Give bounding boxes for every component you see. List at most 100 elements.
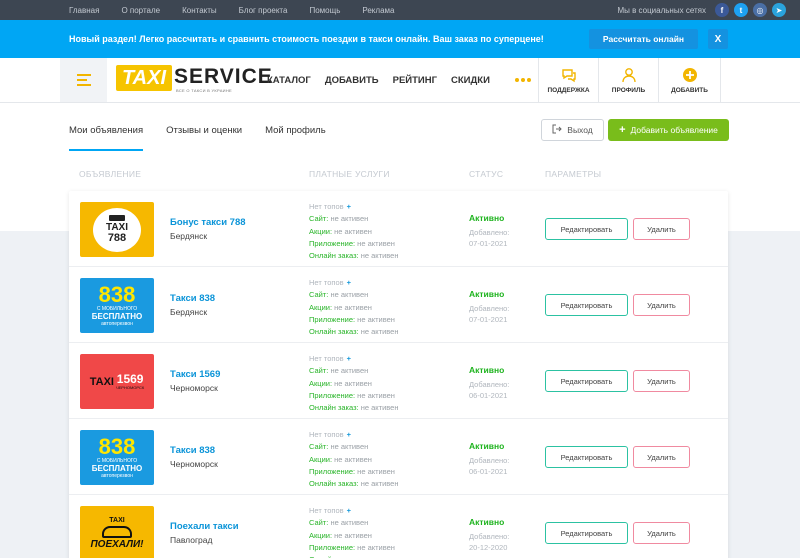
nav-catalog[interactable]: КАТАЛОГ xyxy=(267,75,311,86)
no-top-label: Нет топов xyxy=(309,430,344,439)
top-bar: Главная О портале Контакты Блог проекта … xyxy=(0,0,800,20)
listing-name[interactable]: Поехали такси xyxy=(170,521,239,532)
add-listing-button[interactable]: + Добавить объявление xyxy=(608,119,729,141)
table-row: 838 С МОБИЛЬНОГО БЕСПЛАТНО автоперезвон … xyxy=(69,419,728,495)
top-nav-home[interactable]: Главная xyxy=(69,6,99,15)
edit-button[interactable]: Редактировать xyxy=(545,370,628,392)
listing-city: Бердянск xyxy=(170,231,208,241)
status-badge: Активно xyxy=(469,441,505,451)
added-value: 06-01-2021 xyxy=(469,391,508,400)
added-value: 07-01-2021 xyxy=(469,315,508,324)
top-nav-contacts[interactable]: Контакты xyxy=(182,6,217,15)
svc-app-value: не активен xyxy=(357,314,395,324)
no-top-label: Нет топов xyxy=(309,202,344,211)
svc-app-value: не активен xyxy=(357,238,395,248)
add-top-button[interactable]: + xyxy=(347,354,351,363)
plus-circle-icon xyxy=(682,67,698,83)
added-label: Добавлено: xyxy=(469,304,510,313)
status-badge: Активно xyxy=(469,517,505,527)
svc-online-label: Онлайн заказ: xyxy=(309,327,359,337)
add-top-button[interactable]: + xyxy=(347,506,351,515)
header-profile-label: ПРОФИЛЬ xyxy=(611,86,646,94)
svc-app-label: Приложение: xyxy=(309,466,356,476)
add-top-button[interactable]: + xyxy=(347,202,351,211)
listing-name[interactable]: Такси 838 xyxy=(170,445,215,456)
delete-button[interactable]: Удалить xyxy=(633,522,690,544)
listing-name[interactable]: Такси 838 xyxy=(170,293,215,304)
svc-promo-label: Акции: xyxy=(309,454,333,464)
listing-thumbnail[interactable]: TAXI 1569 ЧЕРНОМОРСК xyxy=(80,354,154,409)
svc-app-label: Приложение: xyxy=(309,542,356,552)
menu-icon[interactable] xyxy=(60,58,107,102)
svc-online-label: Онлайн заказ: xyxy=(309,251,359,261)
svc-site-label: Сайт: xyxy=(309,518,329,528)
site-logo[interactable]: TAXI SERVICE ВСЕ О ТАКСИ В УКРАИНЕ xyxy=(116,65,272,95)
paid-services: Нет топов + Сайт: не активен Акции: не ак… xyxy=(309,505,398,558)
plus-icon: + xyxy=(619,124,626,136)
edit-button[interactable]: Редактировать xyxy=(545,218,628,240)
listing-name[interactable]: Такси 1569 xyxy=(170,369,220,380)
top-nav-blog[interactable]: Блог проекта xyxy=(239,6,288,15)
edit-button[interactable]: Редактировать xyxy=(545,446,628,468)
table-row: 838 С МОБИЛЬНОГО БЕСПЛАТНО автоперезвон … xyxy=(69,267,728,343)
delete-button[interactable]: Удалить xyxy=(633,370,690,392)
listing-thumbnail[interactable]: TAXI ПОЕХАЛИ! xyxy=(80,506,154,558)
tab-my-profile[interactable]: Мой профиль xyxy=(265,125,326,151)
add-top-button[interactable]: + xyxy=(347,278,351,287)
nav-rating[interactable]: РЕЙТИНГ xyxy=(393,75,437,86)
header-support[interactable]: ПОДДЕРЖКА xyxy=(538,58,598,102)
status-badge: Активно xyxy=(469,365,505,375)
add-top-button[interactable]: + xyxy=(347,430,351,439)
telegram-icon[interactable]: ➤ xyxy=(772,3,786,17)
thumb-line2: ПОЕХАЛИ! xyxy=(90,539,144,550)
svc-site-value: не активен xyxy=(330,290,369,300)
nav-discounts[interactable]: СКИДКИ xyxy=(451,75,490,86)
svc-promo-value: не активен xyxy=(334,226,372,236)
table-row: TAXI ПОЕХАЛИ! Поехали такси Павлоград Не… xyxy=(69,495,728,558)
paid-services: Нет топов + Сайт: не активен Акции: не ак… xyxy=(309,277,398,338)
thumb-line3: БЕСПЛАТНО xyxy=(91,463,143,473)
svc-site-value: не активен xyxy=(330,366,369,376)
header-profile[interactable]: ПРОФИЛЬ xyxy=(598,58,658,102)
top-nav-help[interactable]: Помощь xyxy=(309,6,340,15)
svc-app-label: Приложение: xyxy=(309,314,356,324)
top-nav-ads[interactable]: Реклама xyxy=(362,6,394,15)
col-paid-services: ПЛАТНЫЕ УСЛУГИ xyxy=(309,169,390,179)
table-row: TAXI 1569 ЧЕРНОМОРСК Такси 1569 Черномор… xyxy=(69,343,728,419)
listing-thumbnail[interactable]: TAXI 788 xyxy=(80,202,154,257)
listing-name[interactable]: Бонус такси 788 xyxy=(170,217,246,228)
instagram-icon[interactable]: ◎ xyxy=(753,3,767,17)
thumb-line4: автоперезвон xyxy=(101,472,133,479)
listing-city: Черноморск xyxy=(170,459,218,469)
more-icon[interactable] xyxy=(515,78,531,82)
nav-add[interactable]: ДОБАВИТЬ xyxy=(325,75,379,86)
logout-button[interactable]: Выход xyxy=(541,119,604,141)
added-label: Добавлено: xyxy=(469,456,510,465)
svc-online-label: Онлайн заказ: xyxy=(309,403,359,413)
delete-button[interactable]: Удалить xyxy=(633,446,690,468)
thumb-line3: БЕСПЛАТНО xyxy=(91,311,143,321)
svc-promo-value: не активен xyxy=(334,378,372,388)
top-nav-about[interactable]: О портале xyxy=(121,6,160,15)
svc-promo-value: не активен xyxy=(334,530,372,540)
banner-close-button[interactable]: X xyxy=(708,29,728,49)
added-value: 06-01-2021 xyxy=(469,467,508,476)
added-date: Добавлено: 06-01-2021 xyxy=(469,379,509,401)
edit-button[interactable]: Редактировать xyxy=(545,294,628,316)
delete-button[interactable]: Удалить xyxy=(633,294,690,316)
listing-thumbnail[interactable]: 838 С МОБИЛЬНОГО БЕСПЛАТНО автоперезвон xyxy=(80,430,154,485)
header-add[interactable]: ДОБАВИТЬ xyxy=(658,58,721,102)
social-label: Мы в социальных сетях xyxy=(617,5,706,15)
svc-site-label: Сайт: xyxy=(309,214,329,224)
edit-button[interactable]: Редактировать xyxy=(545,522,628,544)
twitter-icon[interactable]: t xyxy=(734,3,748,17)
delete-button[interactable]: Удалить xyxy=(633,218,690,240)
calculate-online-button[interactable]: Рассчитать онлайн xyxy=(589,29,698,49)
added-label: Добавлено: xyxy=(469,532,510,541)
thumb-line1: TAXI xyxy=(109,517,125,524)
listing-thumbnail[interactable]: 838 С МОБИЛЬНОГО БЕСПЛАТНО автоперезвон xyxy=(80,278,154,333)
facebook-icon[interactable]: f xyxy=(715,3,729,17)
tab-reviews[interactable]: Отзывы и оценки xyxy=(166,125,242,151)
tab-my-listings[interactable]: Мои объявления xyxy=(69,125,144,151)
svc-online-value: не активен xyxy=(360,403,399,413)
